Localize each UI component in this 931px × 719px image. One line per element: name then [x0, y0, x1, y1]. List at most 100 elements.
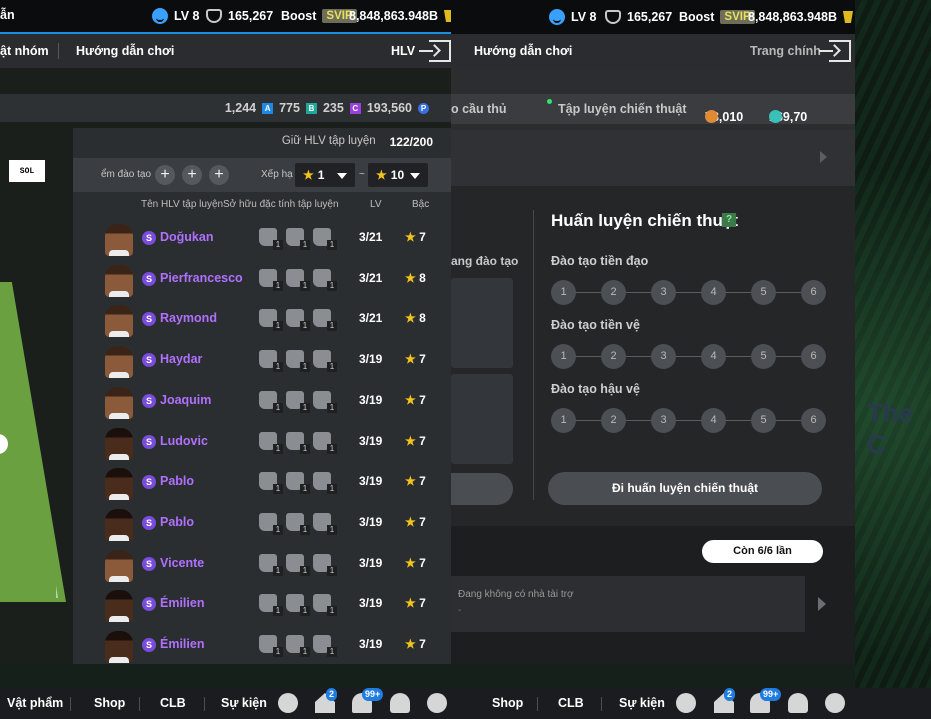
home-badge: 2 [326, 688, 338, 701]
rank-to-select[interactable]: ★ 10 [368, 163, 428, 187]
notification-badge: 99+ [760, 688, 782, 701]
trait-icon [313, 309, 337, 332]
coach-name: Haydar [160, 352, 203, 367]
track-node[interactable]: 1 [551, 280, 576, 305]
settings-gear-icon[interactable] [825, 693, 845, 713]
boost-label: Boost [679, 10, 715, 24]
track-node[interactable]: 4 [701, 280, 726, 305]
trait-icon [313, 512, 337, 535]
coach-row[interactable]: S Émilien 3/19 ★ 7 [73, 625, 451, 665]
track-node[interactable]: 3 [651, 344, 676, 369]
rank-label: Xếp hạ [261, 169, 293, 180]
trait-icon [313, 472, 337, 495]
add-filter-button[interactable]: + [155, 165, 175, 185]
coach-row[interactable]: S Pablo 3/19 ★ 7 [73, 503, 451, 543]
track-label: Đào tạo tiền đạo [551, 254, 649, 268]
roster-header: Tên HLV tập luyện Sở hữu đặc tính tập lu… [73, 194, 451, 216]
track-node[interactable]: 2 [601, 344, 626, 369]
coach-row[interactable]: S Joaquim 3/19 ★ 7 [73, 381, 451, 421]
track-node[interactable]: 3 [651, 280, 676, 305]
nav-items-button[interactable]: Vật phẩm [7, 696, 63, 710]
nav-item-team[interactable]: ật nhóm [0, 44, 49, 58]
nav-divider [537, 697, 538, 711]
ghost-card[interactable] [451, 374, 513, 464]
nav-home-label[interactable]: Trang chính [750, 44, 821, 58]
track-node[interactable]: 6 [801, 408, 826, 433]
coach-row[interactable]: S Raymond 3/21 ★ 8 [73, 299, 451, 339]
nav-shop-button[interactable]: Shop [492, 696, 523, 710]
coin-group-right[interactable]: 165,267 [605, 10, 672, 24]
track-node[interactable]: 5 [751, 344, 776, 369]
nav-events-button[interactable]: Sự kiện [221, 696, 267, 710]
nav-club-button[interactable]: CLB [160, 696, 186, 710]
nav-hlv-label[interactable]: HLV [391, 44, 415, 58]
coach-grade-value: 7 [419, 230, 426, 244]
ghost-button[interactable] [451, 473, 513, 505]
profile-icon[interactable] [390, 693, 410, 713]
exit-icon[interactable] [419, 40, 451, 62]
settings-gear-icon[interactable] [427, 693, 447, 713]
currency-c-icon: C [349, 102, 361, 114]
nav-events-button[interactable]: Sự kiện [619, 696, 665, 710]
coach-row[interactable]: S Émilien 3/19 ★ 7 [73, 584, 451, 624]
rank-from-select[interactable]: ★ 1 [295, 163, 355, 187]
bp-group-right[interactable]: 8,848,863.948B [748, 10, 853, 24]
trait-icon [313, 268, 337, 291]
track-node[interactable]: 6 [801, 280, 826, 305]
help-icon[interactable]: ? [722, 213, 736, 227]
track-node[interactable]: 6 [801, 344, 826, 369]
coin-group[interactable]: 165,267 [206, 9, 273, 23]
track-node[interactable]: 5 [751, 408, 776, 433]
coach-row[interactable]: S Pablo 3/19 ★ 7 [73, 462, 451, 502]
level-group[interactable]: LV 8 [152, 8, 199, 24]
coach-grade-value: 7 [419, 596, 426, 611]
coach-name: Vicente [160, 555, 205, 570]
boost-group[interactable]: Boost SVIP [281, 9, 357, 23]
track-node[interactable]: 1 [551, 408, 576, 433]
rank-to-value: 10 [390, 168, 405, 182]
profile-icon[interactable] [788, 693, 808, 713]
coach-level: 3/21 [359, 311, 383, 326]
trait-icon [259, 431, 283, 454]
track-node[interactable]: 2 [601, 408, 626, 433]
nav-shop-button[interactable]: Shop [94, 696, 125, 710]
bp-value: 8,848,863.948B [349, 9, 438, 23]
boost-group-right[interactable]: Boost SVIP [679, 10, 755, 24]
chat-icon[interactable] [676, 693, 696, 713]
chevron-right-icon[interactable] [818, 597, 826, 611]
add-filter-button[interactable]: + [209, 165, 229, 185]
coach-row[interactable]: S Vicente 3/19 ★ 7 [73, 544, 451, 584]
tab-tactical-training[interactable]: Tập luyện chiến thuật [558, 102, 687, 116]
notification-badge: 99+ [362, 688, 384, 701]
track-node[interactable]: 2 [601, 280, 626, 305]
coach-row[interactable]: S Pierfrancesco 3/21 ★ 8 [73, 259, 451, 299]
chevron-right-icon[interactable] [820, 151, 827, 163]
trait-icon [286, 472, 310, 495]
coach-row[interactable]: S Ludovic 3/19 ★ 7 [73, 422, 451, 462]
track-node[interactable]: 5 [751, 280, 776, 305]
nav-item-guide[interactable]: Hướng dẫn chơi [474, 44, 572, 58]
add-filter-button[interactable]: + [182, 165, 202, 185]
nav-club-button[interactable]: CLB [558, 696, 584, 710]
track-node[interactable]: 4 [701, 344, 726, 369]
nav-item-guide[interactable]: Hướng dẫn chơi [76, 44, 174, 58]
sponsor-box[interactable] [451, 576, 805, 632]
coach-avatar [105, 427, 133, 460]
track-node[interactable]: 4 [701, 408, 726, 433]
coach-row[interactable]: S Haydar 3/19 ★ 7 [73, 340, 451, 380]
trait-icon [313, 431, 337, 454]
trait-icon [259, 268, 283, 291]
ghost-card[interactable] [451, 278, 513, 368]
bp-group[interactable]: 8,848,863.948B [349, 9, 454, 23]
coach-grade-value: 7 [419, 514, 426, 529]
exit-icon[interactable] [819, 40, 851, 62]
track-node[interactable]: 1 [551, 344, 576, 369]
level-group-right[interactable]: LV 8 [549, 9, 596, 25]
go-tactical-training-button[interactable]: Đi huấn luyện chiến thuật [548, 472, 822, 505]
sub-tabs: o cầu thủ Tập luyện chiến thuật 73,010 1… [451, 94, 855, 124]
s-rank-badge: S [142, 638, 156, 652]
tab-player-training[interactable]: o cầu thủ [451, 102, 507, 116]
coach-row[interactable]: S Doğukan 3/21 ★ 7 [73, 218, 451, 258]
chat-icon[interactable] [278, 693, 298, 713]
track-node[interactable]: 3 [651, 408, 676, 433]
